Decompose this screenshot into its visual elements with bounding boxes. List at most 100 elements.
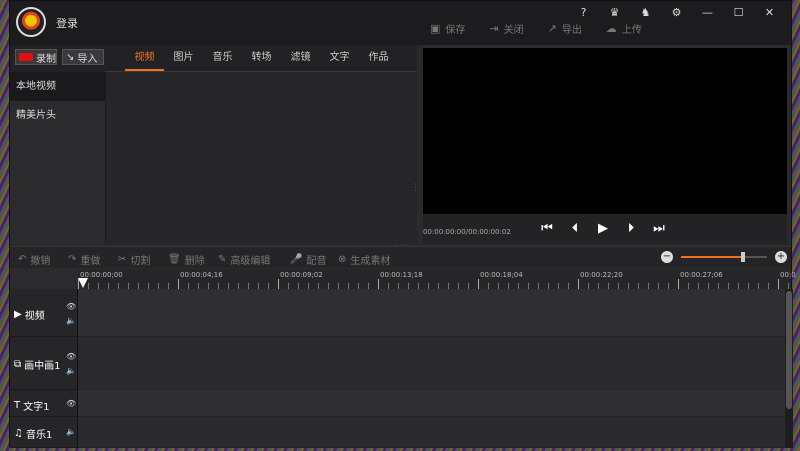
import-label: 导入: [77, 53, 98, 65]
skip-start-icon[interactable]: ⏮: [539, 221, 555, 237]
app-logo: [16, 7, 46, 37]
redo-icon: ↷: [68, 254, 77, 265]
upload-button[interactable]: ☁ 上传: [606, 21, 642, 36]
export-icon: ↗: [547, 22, 557, 35]
ruler-major-tick: [678, 279, 679, 289]
qq-icon[interactable]: ♞: [630, 5, 661, 21]
video-preview: [423, 48, 787, 214]
ruler-label: 00:00:18;04: [480, 271, 523, 279]
video-track-icon: ▶: [14, 309, 22, 320]
track-name: 文字1: [23, 402, 50, 413]
ruler-label: 00:00:09;02: [280, 271, 323, 279]
ruler-label: 00:00:13;18: [380, 271, 423, 279]
music-note-icon: ♫: [14, 428, 23, 439]
media-content-area[interactable]: [106, 72, 417, 244]
close-icon[interactable]: ✕: [754, 5, 785, 21]
minimize-icon[interactable]: —: [692, 5, 723, 21]
ruler-major-tick: [578, 279, 579, 289]
cut-button[interactable]: ✂ 切割: [118, 252, 150, 267]
dub-button[interactable]: 🎤 配音: [290, 252, 326, 267]
save-icon: ▣: [430, 22, 441, 35]
tab-image[interactable]: 图片: [164, 47, 203, 71]
scrollbar-thumb[interactable]: [786, 291, 792, 409]
eye-icon[interactable]: 👁: [66, 399, 76, 408]
close-label: 关闭: [503, 25, 524, 36]
track-lane-pip[interactable]: [78, 337, 785, 390]
undo-button[interactable]: ↶ 撤销: [18, 252, 50, 267]
ruler-major-tick: [278, 279, 279, 289]
delete-button[interactable]: 🗑 删除: [168, 252, 205, 267]
timeline-zoom: − +: [661, 251, 787, 263]
ruler-major-tick: [478, 279, 479, 289]
panel-splitter-handle[interactable]: · · ·: [414, 181, 417, 195]
record-button[interactable]: 录制: [15, 49, 57, 65]
help-icon[interactable]: ?: [568, 5, 599, 21]
tab-text[interactable]: 文字: [320, 47, 359, 71]
generate-label: 生成素材: [350, 256, 391, 267]
record-label: 录制: [36, 53, 56, 65]
maximize-icon[interactable]: ☐: [723, 5, 754, 21]
advanced-edit-button[interactable]: ✎ 高级编辑: [218, 252, 270, 267]
redo-button[interactable]: ↷ 重做: [68, 252, 100, 267]
sidebar-item-intro[interactable]: 精美片头: [10, 101, 105, 130]
timeline-scrollbar[interactable]: [785, 289, 793, 448]
zoom-slider[interactable]: [681, 252, 767, 262]
tab-music[interactable]: 音乐: [203, 47, 242, 71]
media-tabs: 视频 图片 音乐 转场 滤镜 文字 作品: [125, 47, 398, 71]
tab-works[interactable]: 作品: [359, 47, 398, 71]
trash-icon: 🗑: [168, 254, 181, 265]
tab-filter[interactable]: 滤镜: [281, 47, 320, 71]
import-button[interactable]: ↘ 导入: [62, 49, 104, 65]
zoom-out-icon[interactable]: −: [661, 251, 673, 263]
redo-label: 重做: [80, 256, 101, 267]
export-label: 导出: [561, 25, 582, 36]
track-header-video: ▶ 视频 👁 🔈: [10, 289, 78, 337]
pencil-icon: ✎: [218, 254, 227, 265]
pip-track-icon: ⧉: [14, 359, 22, 370]
undo-icon: ↶: [18, 254, 27, 265]
timeline-ruler[interactable]: 00:00:00;00 00:00:04;16 00:00:09;02 00:0…: [78, 269, 796, 289]
step-forward-icon[interactable]: ⏵: [623, 221, 639, 237]
zoom-slider-knob[interactable]: [740, 252, 745, 262]
sidebar-item-local-video[interactable]: 本地视频: [10, 72, 105, 101]
speaker-icon[interactable]: 🔈: [66, 427, 76, 436]
eye-icon[interactable]: 👁: [66, 352, 76, 361]
save-button[interactable]: ▣ 保存: [430, 21, 465, 36]
ruler-label: 00:00:04;16: [180, 271, 223, 279]
export-button[interactable]: ↗ 导出: [548, 21, 582, 36]
upload-label: 上传: [621, 25, 642, 36]
speaker-icon[interactable]: 🔈: [66, 316, 76, 325]
track-lane-video[interactable]: [78, 289, 785, 337]
step-back-icon[interactable]: ⏴: [567, 221, 583, 237]
playback-buttons: ⏮ ⏴ ▶ ⏵ ⏭: [539, 221, 667, 237]
close-button[interactable]: ⇥ 关闭: [489, 21, 523, 36]
microphone-icon: 🎤: [290, 254, 303, 265]
timeline-tracks: ▶ 视频 👁 🔈 ⧉ 画中画1 👁 🔈 T 文字1 👁 ♫ 音乐1 🔈: [10, 289, 793, 448]
eye-icon[interactable]: 👁: [66, 302, 76, 311]
delete-label: 删除: [184, 256, 205, 267]
track-label-pip: ⧉ 画中画1: [14, 357, 61, 372]
ruler-major-tick: [778, 279, 779, 289]
title-bar: 登录 ? ♛ ♞ ⚙ — ☐ ✕ ▣ 保存 ⇥ 关闭 ↗ 导出 ☁ 上传: [10, 1, 791, 45]
track-lane-text[interactable]: [78, 390, 785, 417]
timecode-display: 00:00:00:00/00:00:00:02: [423, 228, 511, 236]
login-link[interactable]: 登录: [56, 15, 78, 31]
track-lane-music[interactable]: [78, 417, 785, 448]
play-icon[interactable]: ▶: [595, 221, 611, 237]
speaker-icon[interactable]: 🔈: [66, 366, 76, 375]
window-controls: ? ♛ ♞ ⚙ — ☐ ✕: [568, 5, 785, 21]
tab-transition[interactable]: 转场: [242, 47, 281, 71]
track-label-text: T 文字1: [14, 398, 49, 413]
undo-label: 撤销: [30, 256, 51, 267]
text-track-icon: T: [14, 400, 21, 411]
generate-button[interactable]: ⊗ 生成素材: [338, 252, 390, 267]
skip-end-icon[interactable]: ⏭: [651, 221, 667, 237]
crown-icon[interactable]: ♛: [599, 5, 630, 21]
track-header-text: T 文字1 👁: [10, 390, 78, 417]
media-library-panel: 录制 ↘ 导入 视频 图片 音乐 转场 滤镜 文字 作品 本地视频 精美片头 · ·…: [10, 45, 417, 244]
gear-icon[interactable]: ⚙: [661, 5, 692, 21]
playhead[interactable]: [78, 278, 88, 288]
app-window: 登录 ? ♛ ♞ ⚙ — ☐ ✕ ▣ 保存 ⇥ 关闭 ↗ 导出 ☁ 上传 录制 ↘ 导入 …: [9, 0, 796, 448]
zoom-in-icon[interactable]: +: [775, 251, 787, 263]
tab-video[interactable]: 视频: [125, 47, 164, 71]
